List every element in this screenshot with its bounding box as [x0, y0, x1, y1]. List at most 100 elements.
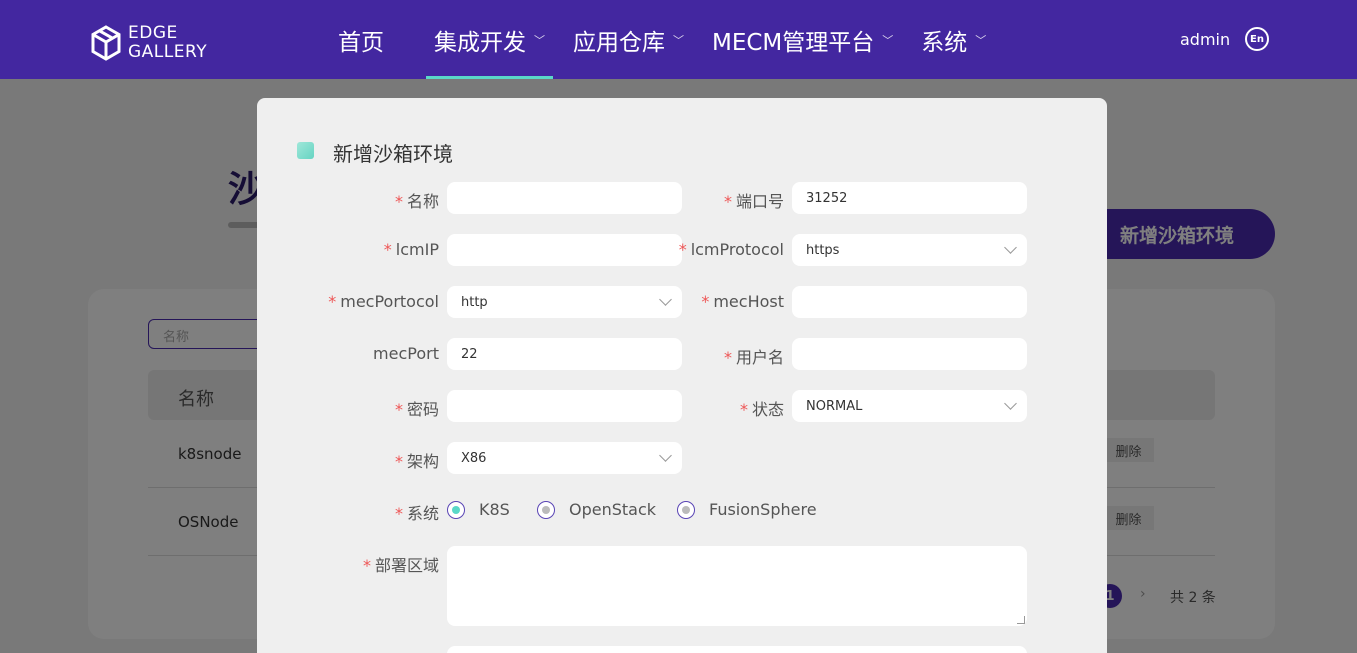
logo-line-2: GALLERY [128, 42, 208, 62]
required-mark: * [701, 292, 710, 311]
name-label: * 名称 [395, 188, 439, 212]
main-nav: 首页 集成开发 ﹀ 应用仓库 ﹀ MECM管理平台 ﹀ 系统 ﹀ [338, 0, 1014, 79]
chevron-down-icon [1004, 397, 1017, 410]
chevron-down-icon [1004, 241, 1017, 254]
system-radio-k8s[interactable]: K8S [447, 500, 510, 519]
required-mark: * [723, 348, 732, 367]
mecportocol-select[interactable]: http [447, 286, 682, 318]
nav-app-store-label: 应用仓库 [573, 29, 665, 56]
username-label-text: 用户名 [735, 348, 784, 367]
mecport-label-text: mecPort [373, 344, 439, 363]
resize-handle-icon[interactable] [1017, 616, 1025, 624]
lcmip-input[interactable] [461, 242, 668, 258]
port-label: * 端口号 [724, 188, 784, 212]
mecport-field[interactable] [447, 338, 682, 370]
chevron-down-icon: ﹀ [534, 33, 545, 47]
lcmprotocol-select[interactable]: https [792, 234, 1027, 266]
required-mark: * [328, 292, 337, 311]
lcmprotocol-label: * lcmProtocol [679, 240, 784, 259]
mecportocol-value: http [461, 294, 488, 310]
chevron-down-icon [659, 293, 672, 306]
system-label-text: 系统 [406, 504, 439, 523]
password-field[interactable] [447, 390, 682, 422]
radio-circle[interactable] [677, 500, 695, 519]
system-radio-openstack[interactable]: OpenStack [537, 500, 656, 519]
status-select[interactable]: NORMAL [792, 390, 1027, 422]
arch-select[interactable]: X86 [447, 442, 682, 474]
radio-dot [452, 505, 460, 514]
logo-line-1: EDGE [128, 23, 178, 43]
add-sandbox-dialog: 新增沙箱环境 *名称 *端口号 *lcmIP *lcmProtocol http… [257, 98, 1107, 653]
username-input[interactable] [806, 346, 1013, 362]
edgegallery-logo[interactable]: EDGE GALLERY [90, 24, 207, 62]
title-marker-icon [297, 142, 314, 159]
chevron-down-icon: ﹀ [975, 33, 987, 47]
arch-label-text: 架构 [406, 452, 439, 471]
required-mark: * [383, 240, 392, 259]
required-mark: * [394, 452, 403, 471]
name-input[interactable] [461, 190, 668, 206]
chevron-down-icon: ﹀ [882, 33, 894, 47]
mechost-label-text: mecHost [713, 292, 784, 311]
lcmprotocol-value: https [806, 242, 840, 258]
nav-mecm-label: MECM管理平台 [712, 29, 875, 56]
nav-home-label: 首页 [338, 29, 384, 56]
required-mark: * [739, 400, 748, 419]
password-label: * 密码 [395, 396, 439, 420]
region-textarea[interactable] [447, 546, 1027, 626]
nav-system[interactable]: 系统 ﹀ [921, 0, 986, 79]
port-field[interactable] [792, 182, 1027, 214]
radio-circle[interactable] [447, 500, 465, 519]
logo-text: EDGE GALLERY [128, 24, 207, 62]
chevron-down-icon: ﹀ [673, 33, 684, 47]
password-input[interactable] [461, 398, 668, 414]
nav-system-label: 系统 [921, 29, 968, 56]
region-label-text: 部署区域 [374, 556, 439, 575]
required-mark: * [394, 504, 403, 523]
required-mark: * [678, 240, 687, 259]
required-mark: * [362, 556, 371, 575]
name-field[interactable] [447, 182, 682, 214]
lcmprotocol-label-text: lcmProtocol [690, 240, 784, 259]
port-input[interactable] [806, 190, 1013, 206]
required-mark: * [394, 400, 403, 419]
mecportocol-label: * mecPortocol [328, 292, 439, 311]
cube-logo-icon [91, 25, 121, 61]
nav-integration-dev-label: 集成开发 [434, 29, 526, 56]
mecport-label: mecPort [373, 344, 439, 363]
nav-integration-dev[interactable]: 集成开发 ﹀ [426, 0, 553, 79]
radio-label: OpenStack [569, 500, 657, 519]
status-value: NORMAL [806, 398, 863, 414]
region-label: * 部署区域 [363, 552, 439, 576]
status-label: * 状态 [740, 396, 784, 420]
mechost-input[interactable] [806, 294, 1013, 310]
port-label-text: 端口号 [735, 192, 784, 211]
arch-value: X86 [461, 450, 487, 466]
mecport-input[interactable] [461, 346, 668, 362]
required-mark: * [394, 192, 403, 211]
name-label-text: 名称 [406, 192, 439, 211]
username-field[interactable] [792, 338, 1027, 370]
password-label-text: 密码 [406, 400, 439, 419]
nav-app-store[interactable]: 应用仓库 ﹀ [573, 0, 684, 79]
status-label-text: 状态 [751, 400, 784, 419]
mechost-field[interactable] [792, 286, 1027, 318]
nav-mecm[interactable]: MECM管理平台 ﹀ [712, 0, 893, 79]
lcmip-field[interactable] [447, 234, 682, 266]
mecportocol-label-text: mecPortocol [340, 292, 439, 311]
radio-label: FusionSphere [709, 500, 817, 519]
top-header: EDGE GALLERY 首页 集成开发 ﹀ 应用仓库 ﹀ MECM管理平台 ﹀… [0, 0, 1357, 79]
radio-dot [682, 505, 690, 514]
dialog-title: 新增沙箱环境 [333, 142, 453, 166]
radio-label: K8S [479, 500, 510, 519]
nav-home[interactable]: 首页 [338, 0, 384, 79]
language-toggle-icon[interactable]: En [1245, 27, 1269, 51]
username-label: * 用户名 [724, 344, 784, 368]
system-radio-fusionsphere[interactable]: FusionSphere [677, 500, 817, 519]
user-name[interactable]: admin [1180, 30, 1230, 49]
lcmip-label: * lcmIP [384, 240, 439, 259]
radio-circle[interactable] [537, 500, 555, 519]
system-label: * 系统 [395, 500, 439, 524]
next-field[interactable] [447, 646, 1027, 653]
mechost-label: * mecHost [701, 292, 784, 311]
